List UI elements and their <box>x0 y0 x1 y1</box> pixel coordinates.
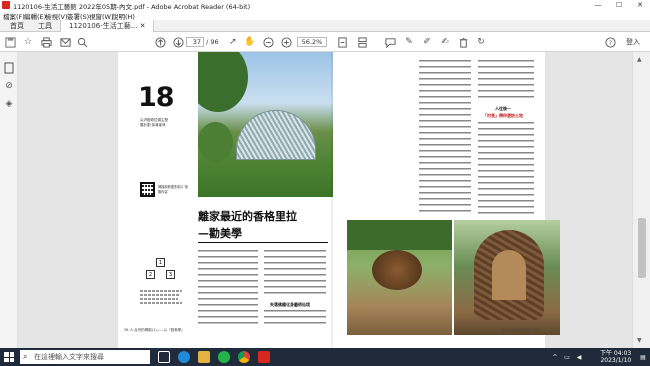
email-icon[interactable] <box>59 36 71 48</box>
fit-page-icon[interactable] <box>336 36 348 48</box>
page-indicator: 37 / 96 <box>186 37 219 47</box>
page-thumbnails-icon[interactable] <box>3 62 15 74</box>
delete-icon[interactable] <box>457 36 469 48</box>
vertical-scrollbar[interactable]: ▲ ▼ <box>632 52 650 348</box>
body-text-column-1 <box>198 250 258 328</box>
chevron-up-icon[interactable]: ^ <box>550 352 560 362</box>
body-text-column-6 <box>478 122 534 214</box>
article-tagline: 尖沢樹奇拉頓主發展計劃 探尋雀林 <box>140 118 168 127</box>
body-text-column-5 <box>478 60 534 100</box>
next-page-icon[interactable] <box>172 36 184 48</box>
pdf-page-left: 18 尖沢樹奇拉頓主發展計劃 探尋雀林 掃描觀看更多影片 相關內容 離家最近的香… <box>118 52 431 348</box>
page-number-input[interactable]: 37 <box>186 37 204 47</box>
windows-start-icon[interactable] <box>4 352 14 362</box>
article-number: 18 <box>138 82 175 113</box>
pdf-page-right: 人往後一 「村長」帶你遊訪土地 N COVER STORY 37 <box>333 52 560 348</box>
notification-icon[interactable]: ▤ <box>638 352 648 362</box>
minimize-button[interactable]: — <box>588 0 608 10</box>
save-icon[interactable] <box>4 36 16 48</box>
select-cursor-icon[interactable]: ➚ <box>227 36 239 48</box>
body-text-column-4 <box>419 60 471 216</box>
windows-taskbar: ⌕ 在這裡輸入文字來搜尋 ^ ▭ ◀ 下午 04:03 2023/1/10 ▤ <box>0 348 650 366</box>
tab-document[interactable]: 1120106-生活工藝... ✕ <box>60 20 155 32</box>
edge-icon[interactable] <box>178 351 190 363</box>
volume-icon[interactable]: ◀ <box>574 352 584 362</box>
draw-icon[interactable]: ✐ <box>421 36 433 48</box>
svg-text:?: ? <box>608 38 611 46</box>
rotate-icon[interactable]: ↻ <box>475 36 487 48</box>
bird-nest-sculpture-photo <box>347 220 452 335</box>
page-footer-left: 38 人 台灣的鄉鎮(1)——以『勸美學』 <box>124 328 185 332</box>
fill-sign-icon[interactable]: ✍ <box>439 36 451 48</box>
acrobat-app-icon <box>2 1 10 9</box>
attachment-icon[interactable]: ⊘ <box>3 80 15 92</box>
search-icon[interactable] <box>76 36 88 48</box>
section-subhead-right-2: 「村長」帶你遊訪土地 <box>483 113 523 118</box>
section-subhead-right-1: 人往後一 <box>495 106 511 111</box>
layers-icon[interactable]: ◈ <box>3 98 15 110</box>
file-explorer-icon[interactable] <box>198 351 210 363</box>
title-bar: 1120106-生活工藝館 2022年05期-內文.pdf - Adobe Ac… <box>0 0 650 11</box>
tab-tools[interactable]: 工具 <box>30 20 60 32</box>
article-heading: 離家最近的香格里拉 <box>198 210 297 223</box>
tab-home[interactable]: 首頁 <box>2 20 32 32</box>
taskbar-search-input[interactable]: ⌕ 在這裡輸入文字來搜尋 <box>20 350 150 364</box>
signin-link[interactable]: 登入 <box>626 37 640 47</box>
task-view-icon[interactable] <box>158 351 170 363</box>
navigation-pane: ⊘ ◈ <box>0 52 18 348</box>
zoom-out-icon[interactable] <box>262 36 274 48</box>
close-button[interactable]: ✕ <box>630 0 650 10</box>
photo-caption-text <box>140 288 185 318</box>
scroll-down-icon[interactable]: ▼ <box>637 337 642 344</box>
article-subheading: —勸美學 <box>198 227 242 240</box>
prev-page-icon[interactable] <box>154 36 166 48</box>
menu-bar: 檔案(F) 編輯(E) 檢視(V) 簽署(S) 視窗(W) 說明(H) <box>0 10 650 21</box>
section-subhead-left: 失落佛國化身藝術仙境 <box>270 302 310 307</box>
zoom-in-icon[interactable] <box>280 36 292 48</box>
qr-code[interactable] <box>140 182 155 197</box>
line-icon[interactable] <box>218 351 230 363</box>
body-text-column-3 <box>264 310 326 324</box>
print-icon[interactable] <box>40 36 52 48</box>
scroll-mode-icon[interactable] <box>356 36 368 48</box>
system-clock[interactable]: 下午 04:03 2023/1/10 <box>600 350 631 364</box>
clock-time: 下午 04:03 <box>600 350 632 357</box>
help-icon[interactable]: ? <box>604 36 616 48</box>
figure-index-boxes: 1 2 3 <box>146 258 176 282</box>
owl-structure-photo <box>454 220 560 335</box>
toolbar: ☆ 37 / 96 ➚ ✋ 56.2% ✎ ✐ ✍ ↻ ? 登入 <box>0 32 650 52</box>
page-footer-right: N COVER STORY 37 <box>503 328 538 332</box>
maximize-button[interactable]: ☐ <box>609 0 629 10</box>
document-viewer[interactable]: 18 尖沢樹奇拉頓主發展計劃 探尋雀林 掃描觀看更多影片 相關內容 離家最近的香… <box>18 52 632 348</box>
comment-icon[interactable] <box>384 36 396 48</box>
acrobat-icon[interactable] <box>258 351 270 363</box>
network-icon[interactable]: ▭ <box>562 352 572 362</box>
taskbar-search-placeholder: 在這裡輸入文字來搜尋 <box>34 353 104 361</box>
qr-caption: 掃描觀看更多影片 相關內容 <box>158 185 188 194</box>
scroll-up-icon[interactable]: ▲ <box>637 56 642 63</box>
scrollbar-thumb[interactable] <box>638 218 646 278</box>
highlight-pen-icon[interactable]: ✎ <box>403 36 415 48</box>
zoom-level-select[interactable]: 56.2% <box>297 37 327 47</box>
bookmark-star-icon[interactable]: ☆ <box>22 36 34 48</box>
hand-tool-icon[interactable]: ✋ <box>244 36 256 48</box>
clock-date: 2023/1/10 <box>600 357 632 364</box>
chrome-icon[interactable] <box>238 351 250 363</box>
page-total: / 96 <box>206 38 219 46</box>
heading-rule <box>198 242 328 243</box>
tab-bar: 首頁 工具 1120106-生活工藝... ✕ <box>0 20 650 32</box>
search-icon: ⌕ <box>23 352 28 361</box>
body-text-column-2 <box>264 250 326 295</box>
